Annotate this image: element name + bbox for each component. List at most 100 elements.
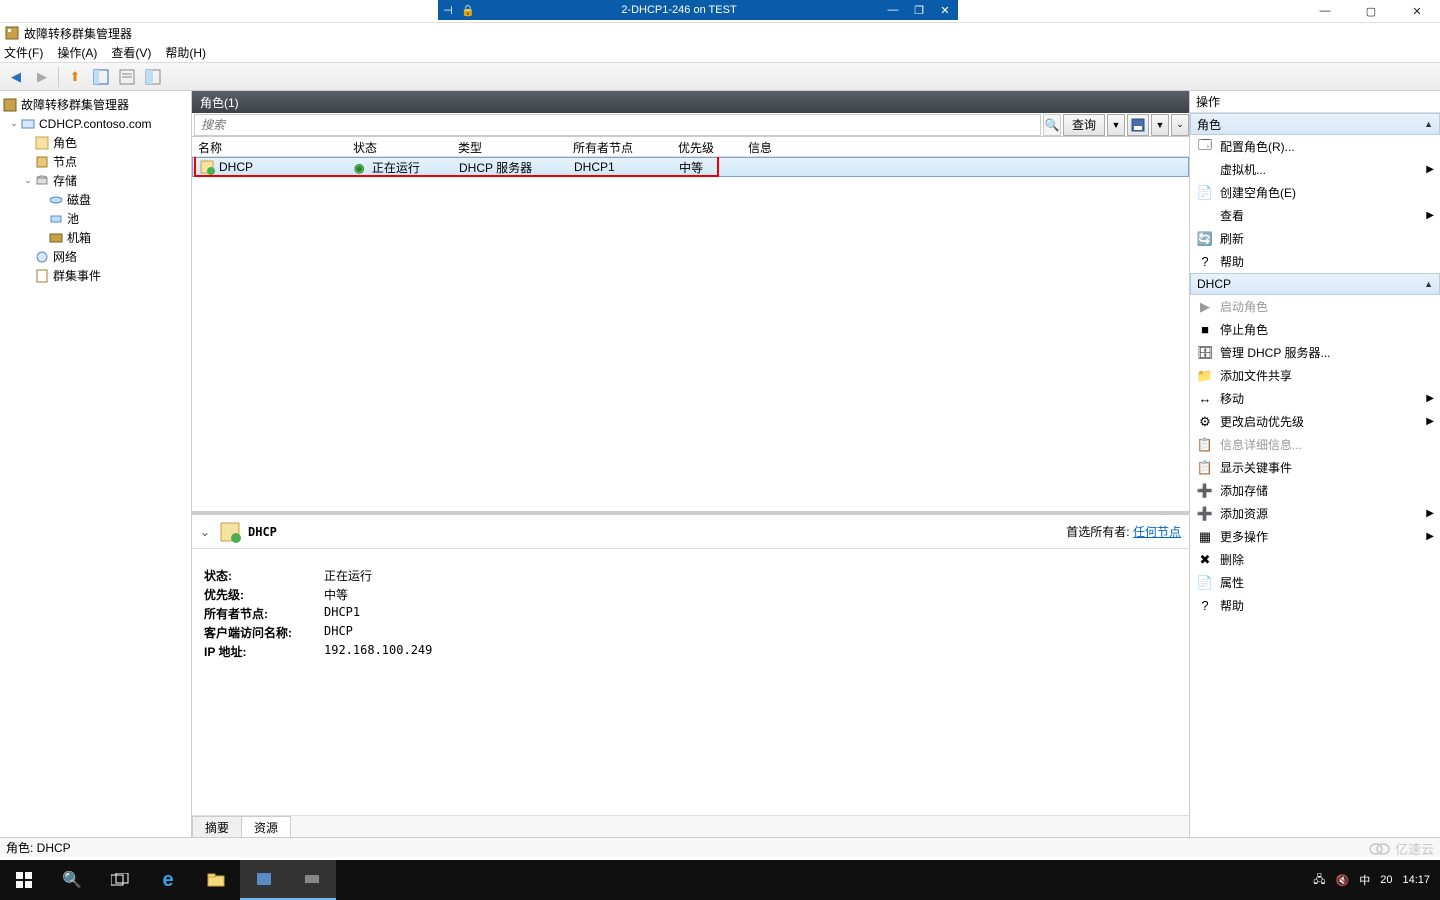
search-icon[interactable]: 🔍 <box>1043 114 1061 136</box>
explorer-taskbar-button[interactable] <box>192 860 240 900</box>
search-input[interactable] <box>194 114 1041 136</box>
action-label: 创建空角色(E) <box>1220 184 1296 201</box>
tree-disks[interactable]: 磁盘 <box>0 190 191 209</box>
cluster-mgr-taskbar-button[interactable] <box>240 860 288 900</box>
save-query-button[interactable] <box>1127 114 1149 136</box>
action--e-[interactable]: 📄创建空角色(E) <box>1190 181 1440 204</box>
col-name[interactable]: 名称 <box>192 137 347 156</box>
menu-file[interactable]: 文件(F) <box>4 44 43 61</box>
action-label: 帮助 <box>1220 597 1244 614</box>
tree-chassis[interactable]: 机箱 <box>0 228 191 247</box>
disk-icon <box>48 192 64 208</box>
volume-tray-icon[interactable]: 🔇 <box>1336 874 1350 887</box>
search-taskbar-button[interactable]: 🔍 <box>48 860 96 900</box>
action-icon <box>1196 208 1214 224</box>
tree-cluster[interactable]: ⌄ CDHCP.contoso.com <box>0 114 191 133</box>
action--[interactable]: 虚拟机...▶ <box>1190 158 1440 181</box>
remote-restore-button[interactable]: ❐ <box>906 4 932 17</box>
collapse-section-icon[interactable]: ▲ <box>1424 279 1433 289</box>
tree-networks-label: 网络 <box>53 248 77 265</box>
tree-root[interactable]: 故障转移群集管理器 <box>0 95 191 114</box>
action--[interactable]: ➕添加存储 <box>1190 479 1440 502</box>
remote-minimize-button[interactable]: — <box>880 4 906 17</box>
row-owner: DHCP1 <box>568 160 673 174</box>
action-icon: ↔ <box>1196 391 1214 407</box>
tree-networks[interactable]: 网络 <box>0 247 191 266</box>
preferred-owner: 首选所有者: 任何节点 <box>1066 523 1181 540</box>
watermark: 亿速云 <box>1369 839 1434 858</box>
tray-date[interactable]: 20 <box>1380 874 1392 886</box>
col-priority[interactable]: 优先级 <box>672 137 742 156</box>
network-tray-icon[interactable]: 🖧 <box>1313 871 1325 890</box>
task-view-button[interactable] <box>96 860 144 900</box>
col-info[interactable]: 信息 <box>742 137 1189 156</box>
save-dropdown[interactable]: ▼ <box>1151 114 1169 136</box>
action--[interactable]: 📄属性 <box>1190 571 1440 594</box>
menu-action[interactable]: 操作(A) <box>57 44 97 61</box>
actions-section-roles[interactable]: 角色 ▲ <box>1190 113 1440 135</box>
remote-title: 2-DHCP1-246 on TEST <box>478 4 880 16</box>
action--[interactable]: ✖删除 <box>1190 548 1440 571</box>
pin-icon[interactable]: ⊣ <box>438 4 458 17</box>
action--[interactable]: ▦更多操作▶ <box>1190 525 1440 548</box>
start-button[interactable] <box>0 860 48 900</box>
action--r-[interactable]: 🗔配置角色(R)... <box>1190 135 1440 158</box>
action--[interactable]: ↔移动▶ <box>1190 387 1440 410</box>
back-button[interactable]: ◀ <box>4 66 28 88</box>
col-status[interactable]: 状态 <box>347 137 452 156</box>
expand-icon[interactable]: ⌄ <box>8 118 20 129</box>
query-dropdown[interactable]: ▼ <box>1107 114 1125 136</box>
action--[interactable]: ?帮助 <box>1190 250 1440 273</box>
tree-storage[interactable]: ⌄ 存储 <box>0 171 191 190</box>
col-owner[interactable]: 所有者节点 <box>567 137 672 156</box>
action--[interactable]: ➕添加资源▶ <box>1190 502 1440 525</box>
action--[interactable]: ?帮助 <box>1190 594 1440 617</box>
ime-indicator[interactable]: 中 <box>1359 872 1370 888</box>
action--[interactable]: ⚙更改启动优先级▶ <box>1190 410 1440 433</box>
collapse-section-icon[interactable]: ▲ <box>1424 119 1433 129</box>
menu-view[interactable]: 查看(V) <box>111 44 151 61</box>
taskbar: 🔍 e 🖧 🔇 中 20 14:17 <box>0 860 1440 900</box>
help-toolbar-button[interactable] <box>141 66 165 88</box>
list-options[interactable]: ⌄ <box>1171 114 1189 136</box>
server-mgr-taskbar-button[interactable] <box>288 860 336 900</box>
detail-header: ⌄ DHCP 首选所有者: 任何节点 <box>192 515 1189 549</box>
action--[interactable]: 查看▶ <box>1190 204 1440 227</box>
query-button[interactable]: 查询 <box>1063 114 1105 136</box>
tray-time[interactable]: 14:17 <box>1402 874 1430 886</box>
window-titlebar: 故障转移群集管理器 <box>0 23 1440 43</box>
outer-minimize-button[interactable]: — <box>1302 0 1348 23</box>
col-type[interactable]: 类型 <box>452 137 567 156</box>
forward-button[interactable]: ▶ <box>30 66 54 88</box>
menu-help[interactable]: 帮助(H) <box>165 44 206 61</box>
tree-pools[interactable]: 池 <box>0 209 191 228</box>
preferred-owner-link[interactable]: 任何节点 <box>1133 525 1181 539</box>
tree-nodes[interactable]: 节点 <box>0 152 191 171</box>
collapse-icon[interactable]: ⌄ <box>200 525 218 539</box>
table-row[interactable]: DHCP ◉ 正在运行 DHCP 服务器 DHCP1 中等 <box>192 157 1189 177</box>
action--[interactable]: 🔄刷新 <box>1190 227 1440 250</box>
action--[interactable]: ■停止角色 <box>1190 318 1440 341</box>
action--[interactable]: 📋显示关键事件 <box>1190 456 1440 479</box>
action--: 📋信息详细信息... <box>1190 433 1440 456</box>
submenu-arrow-icon: ▶ <box>1426 531 1434 542</box>
outer-maximize-button[interactable]: ▢ <box>1348 0 1394 23</box>
show-hide-tree-button[interactable] <box>89 66 113 88</box>
action--dhcp-[interactable]: 🗄管理 DHCP 服务器... <box>1190 341 1440 364</box>
actions-section-dhcp[interactable]: DHCP ▲ <box>1190 273 1440 295</box>
expand-icon[interactable]: ⌄ <box>22 175 34 186</box>
ie-taskbar-button[interactable]: e <box>144 860 192 900</box>
tab-summary[interactable]: 摘要 <box>192 816 242 837</box>
detail-k-status: 状态: <box>204 567 324 586</box>
tree-events[interactable]: 群集事件 <box>0 266 191 285</box>
row-priority: 中等 <box>673 159 743 176</box>
tree-chassis-label: 机箱 <box>67 229 91 246</box>
tree-roles[interactable]: 角色 <box>0 133 191 152</box>
outer-close-button[interactable]: ✕ <box>1394 0 1440 23</box>
action-icon: ▦ <box>1196 529 1214 545</box>
tab-resources[interactable]: 资源 <box>241 816 291 837</box>
action--[interactable]: 📁添加文件共享 <box>1190 364 1440 387</box>
up-button[interactable]: ⬆ <box>63 66 87 88</box>
remote-close-button[interactable]: ✕ <box>932 4 958 17</box>
properties-button[interactable] <box>115 66 139 88</box>
